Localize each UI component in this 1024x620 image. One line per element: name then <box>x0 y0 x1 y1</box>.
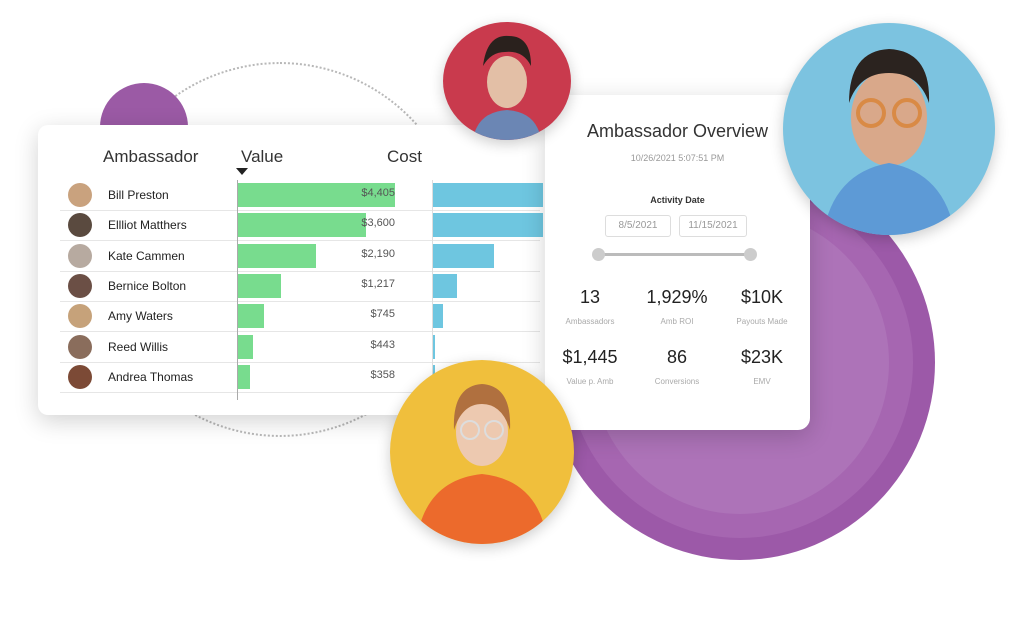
header-ambassador[interactable]: Ambassador <box>103 147 198 167</box>
value-label: $745 <box>370 308 395 321</box>
kpi-label: Value p. Amb <box>566 377 614 386</box>
avatar <box>68 304 92 329</box>
ambassador-overview-card: Ambassador Overview 10/26/2021 5:07:51 P… <box>545 95 810 430</box>
overview-title: Ambassador Overview <box>586 121 769 141</box>
kpi-label: Amb ROI <box>660 317 694 326</box>
value-bar <box>237 243 316 268</box>
value-axis <box>237 180 238 400</box>
avatar <box>68 243 92 268</box>
value-label: $2,190 <box>361 247 395 260</box>
kpi-value: $1,445 <box>562 347 618 367</box>
kpi-label: EMV <box>753 377 771 386</box>
ambassador-name: Amy Waters <box>108 309 173 324</box>
value-label: $3,600 <box>361 217 395 230</box>
portrait-woman-yellow <box>390 360 574 544</box>
value-bar <box>237 364 250 389</box>
value-label: $4,405 <box>361 187 395 199</box>
ambassador-name: Bill Preston <box>108 188 169 202</box>
value-bar <box>237 334 253 359</box>
avatar <box>68 364 92 389</box>
value-bar <box>237 304 264 329</box>
value-bar <box>237 273 281 298</box>
overview-timestamp: 10/26/2021 5:07:51 PM <box>630 153 725 163</box>
portrait-man-red <box>443 22 571 140</box>
avatar <box>68 183 92 207</box>
kpi-value: $23K <box>740 347 784 367</box>
table-row[interactable]: Reed Willis $443 <box>60 332 540 363</box>
activity-date-label: Activity Date <box>650 195 705 205</box>
kpi-label: Payouts Made <box>736 317 788 326</box>
value-label: $1,217 <box>361 277 395 290</box>
avatar <box>68 334 92 359</box>
ambassador-name: Andrea Thomas <box>108 369 194 384</box>
value-label: $443 <box>370 338 395 351</box>
cost-bar <box>433 304 443 329</box>
kpi-label: Conversions <box>654 377 700 386</box>
header-cost[interactable]: Cost <box>387 147 422 167</box>
ambassador-name: Kate Cammen <box>108 248 185 263</box>
cost-bar <box>433 243 494 268</box>
kpi-value: $10K <box>740 287 784 307</box>
header-value[interactable]: Value <box>241 147 283 167</box>
sort-desc-icon[interactable] <box>236 168 248 175</box>
start-date-input[interactable]: 8/5/2021 <box>605 215 671 237</box>
portrait-man-glasses-blue <box>783 23 995 235</box>
cost-bar <box>433 183 543 207</box>
end-date-input[interactable]: 11/15/2021 <box>679 215 747 237</box>
kpi-label: Ambassadors <box>565 317 615 326</box>
cost-axis <box>432 180 433 400</box>
table-row[interactable]: Amy Waters $745 <box>60 301 540 333</box>
table-row[interactable]: Bernice Bolton $1,217 <box>60 271 540 302</box>
table-row[interactable]: Ellliot Matthers $3,600 <box>60 210 543 242</box>
avatar <box>68 273 92 298</box>
cost-bar <box>433 334 436 359</box>
value-label: $358 <box>370 368 395 381</box>
table-row[interactable]: Kate Cammen $2,190 <box>60 241 540 272</box>
table-row[interactable]: Bill Preston $4,405 <box>60 180 543 211</box>
date-range-slider[interactable] <box>598 253 750 256</box>
ambassador-name: Ellliot Matthers <box>108 218 187 233</box>
cost-bar <box>433 213 543 238</box>
slider-end-handle[interactable] <box>744 248 757 261</box>
kpi-value: 1,929% <box>646 287 708 307</box>
cost-bar <box>433 273 458 298</box>
ambassador-name: Bernice Bolton <box>108 278 187 293</box>
kpi-value: 86 <box>666 347 688 367</box>
kpi-value: 13 <box>579 287 601 307</box>
ambassador-name: Reed Willis <box>108 339 169 354</box>
avatar <box>68 213 92 238</box>
slider-start-handle[interactable] <box>592 248 605 261</box>
